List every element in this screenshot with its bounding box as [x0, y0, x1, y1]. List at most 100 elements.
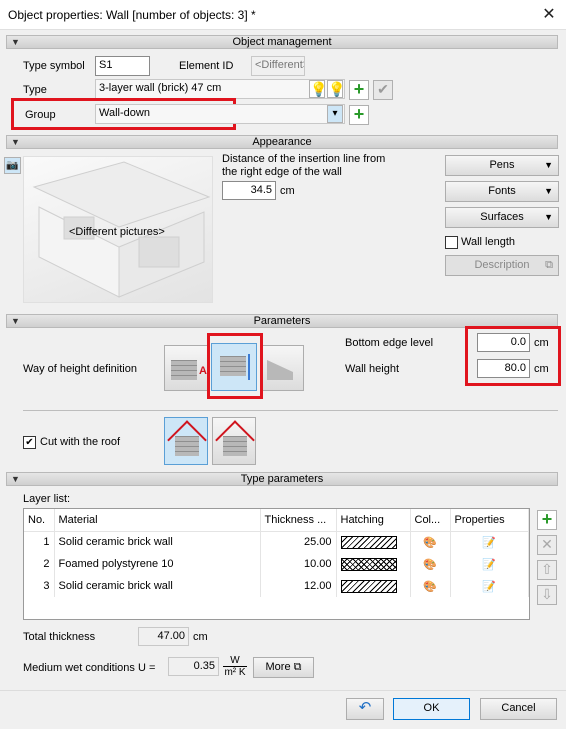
- row-material: Foamed polystyrene 10: [54, 553, 261, 575]
- color-palette-icon[interactable]: 🎨: [410, 575, 451, 597]
- group-dropdown-icon[interactable]: ▾: [327, 105, 343, 123]
- expand-icon: ⧉: [293, 661, 302, 673]
- insertion-label-line1: Distance of the insertion line from: [222, 153, 386, 165]
- group-select[interactable]: Wall-down: [95, 104, 345, 124]
- lightbulb-blue-icon[interactable]: 💡: [309, 80, 327, 98]
- row-material: Solid ceramic brick wall: [54, 575, 261, 597]
- description-button[interactable]: Description ⧉: [445, 255, 559, 276]
- col-header-color[interactable]: Col...: [410, 509, 451, 532]
- sloped-wall-icon: [267, 360, 293, 380]
- insertion-unit: cm: [280, 185, 295, 197]
- height-mode-absolute-button[interactable]: A: [164, 345, 208, 391]
- u-value: 0.35: [168, 657, 219, 676]
- type-symbol-input[interactable]: S1: [95, 56, 150, 76]
- properties-icon[interactable]: 📝: [450, 553, 529, 575]
- properties-icon[interactable]: 📝: [450, 575, 529, 597]
- add-type-icon[interactable]: +: [349, 80, 369, 100]
- window-title: Object properties: Wall [number of objec…: [8, 8, 256, 22]
- row-thickness: 12.00: [260, 575, 337, 597]
- camera-icon[interactable]: 📷: [4, 157, 21, 174]
- table-row[interactable]: 3 Solid ceramic brick wall 12.00 🎨 📝: [24, 575, 529, 597]
- preview-text: <Different pictures>: [69, 226, 165, 238]
- u-value-unit: W m² K: [223, 655, 247, 678]
- section-type-parameters[interactable]: ▼ Type parameters: [6, 472, 558, 486]
- bottom-edge-label: Bottom edge level: [345, 337, 434, 349]
- height-mode-highlight-box: [207, 333, 263, 399]
- section-object-management[interactable]: ▼ Object management: [6, 35, 558, 49]
- insertion-distance-input[interactable]: 34.5: [222, 181, 276, 200]
- properties-icon[interactable]: 📝: [450, 531, 529, 553]
- cancel-button[interactable]: Cancel: [480, 698, 557, 720]
- wall-height-label: Wall height: [345, 363, 400, 375]
- expand-icon: ⧉: [545, 259, 553, 271]
- surfaces-button[interactable]: Surfaces ▼: [445, 207, 559, 228]
- row-material: Solid ceramic brick wall: [54, 531, 261, 553]
- hatching-swatch[interactable]: [340, 557, 397, 571]
- layer-table: No. Material Thickness ... Hatching Col.…: [23, 508, 530, 620]
- col-header-properties[interactable]: Properties: [450, 509, 529, 532]
- total-thickness-label: Total thickness: [23, 631, 96, 643]
- more-button[interactable]: More ⧉: [253, 657, 314, 678]
- fonts-button[interactable]: Fonts ▼: [445, 181, 559, 202]
- group-label: Group: [25, 109, 56, 121]
- row-thickness: 25.00: [260, 531, 337, 553]
- add-layer-icon[interactable]: +: [537, 510, 557, 530]
- insertion-label-line2: the right edge of the wall: [222, 166, 342, 178]
- height-definition-label: Way of height definition: [23, 363, 137, 375]
- cut-roof-checkbox[interactable]: ✔: [23, 436, 36, 449]
- u-value-label: Medium wet conditions U =: [23, 662, 156, 674]
- move-up-icon[interactable]: ⇧: [537, 560, 557, 580]
- collapse-chevron-icon: ▼: [11, 137, 20, 147]
- height-mode-slope-button[interactable]: [260, 345, 304, 391]
- color-palette-icon[interactable]: 🎨: [410, 553, 451, 575]
- divider: [23, 410, 558, 411]
- row-no: 2: [24, 553, 55, 575]
- cut-roof-label: Cut with the roof: [40, 436, 121, 448]
- roof-outline-icon: [167, 420, 207, 460]
- undo-icon[interactable]: ↶: [346, 698, 384, 720]
- move-down-icon[interactable]: ⇩: [537, 585, 557, 605]
- lightbulb-yellow-icon[interactable]: 💡: [327, 80, 345, 98]
- table-row[interactable]: 2 Foamed polystyrene 10 10.00 🎨 📝: [24, 553, 529, 575]
- close-icon[interactable]: ✕: [536, 2, 562, 28]
- row-no: 3: [24, 575, 55, 597]
- brick-wall-icon: [171, 360, 197, 380]
- wall-length-label: Wall length: [461, 236, 516, 248]
- element-id-label: Element ID: [179, 60, 234, 72]
- add-group-icon[interactable]: +: [349, 105, 369, 125]
- wall-length-checkbox[interactable]: [445, 236, 458, 249]
- layer-list-label: Layer list:: [23, 493, 71, 505]
- preview-image: <Different pictures>: [23, 156, 213, 303]
- type-symbol-label: Type symbol: [23, 60, 85, 72]
- delete-layer-icon[interactable]: ✕: [537, 535, 557, 555]
- dropdown-arrow-icon: ▼: [544, 212, 553, 222]
- level-height-highlight-box: [465, 326, 561, 386]
- pens-button[interactable]: Pens ▼: [445, 155, 559, 176]
- col-header-hatching[interactable]: Hatching: [336, 509, 411, 532]
- table-row[interactable]: 1 Solid ceramic brick wall 25.00 🎨 📝: [24, 531, 529, 553]
- hatching-swatch[interactable]: [340, 535, 397, 549]
- section-appearance[interactable]: ▼ Appearance: [6, 135, 558, 149]
- title-bar: Object properties: Wall [number of objec…: [0, 0, 566, 30]
- collapse-chevron-icon: ▼: [11, 474, 20, 484]
- col-header-thickness[interactable]: Thickness ...: [260, 509, 337, 532]
- total-thickness-unit: cm: [193, 631, 208, 643]
- footer-divider: [0, 690, 566, 691]
- ok-button[interactable]: OK: [393, 698, 470, 720]
- hatching-swatch[interactable]: [340, 579, 397, 593]
- row-thickness: 10.00: [260, 553, 337, 575]
- element-id-input[interactable]: <Different>: [251, 56, 305, 76]
- roof-cut-mode-2-button[interactable]: [212, 417, 256, 465]
- collapse-chevron-icon: ▼: [11, 37, 20, 47]
- checkmark-icon[interactable]: ✔: [373, 80, 393, 100]
- col-header-material[interactable]: Material: [54, 509, 261, 532]
- collapse-chevron-icon: ▼: [11, 316, 20, 326]
- total-thickness-value: 47.00: [138, 627, 189, 646]
- table-header-row: No. Material Thickness ... Hatching Col.…: [24, 509, 529, 532]
- row-no: 1: [24, 531, 55, 553]
- roof-cut-mode-1-button[interactable]: [164, 417, 208, 465]
- color-palette-icon[interactable]: 🎨: [410, 531, 451, 553]
- col-header-no[interactable]: No.: [24, 509, 55, 532]
- type-select[interactable]: 3-layer wall (brick) 47 cm: [95, 79, 345, 99]
- dropdown-arrow-icon: ▼: [544, 160, 553, 170]
